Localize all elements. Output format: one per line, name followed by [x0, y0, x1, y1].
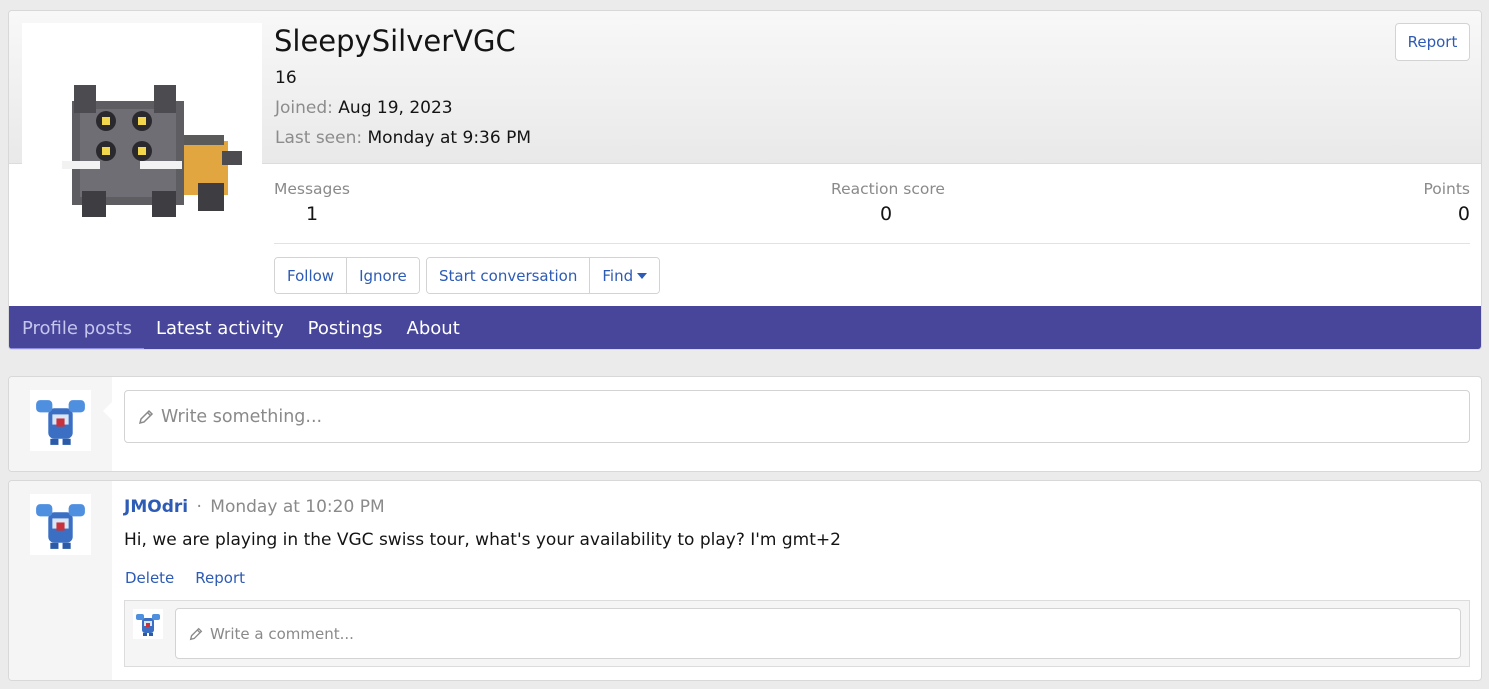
- message-body: Hi, we are playing in the VGC swiss tour…: [124, 530, 841, 550]
- pokemon-avatar-icon: [136, 614, 160, 636]
- follow-ignore-group: Follow Ignore: [274, 257, 420, 294]
- message-header: JMOdri · Monday at 10:20 PM: [124, 497, 385, 517]
- tab-latest-activity[interactable]: Latest activity: [144, 306, 296, 349]
- comment-user-avatar[interactable]: [133, 609, 163, 639]
- current-user-avatar[interactable]: [30, 390, 91, 451]
- comment-area: Write a comment...: [124, 600, 1470, 667]
- delete-message-link[interactable]: Delete: [125, 569, 174, 587]
- author-avatar[interactable]: [30, 494, 91, 555]
- stat-reaction-label: Reaction score: [831, 180, 945, 198]
- composer-pointer: [103, 401, 113, 421]
- stat-messages[interactable]: Messages 1: [274, 180, 350, 225]
- message-actions: Delete Report: [125, 569, 245, 587]
- stat-messages-label: Messages: [274, 180, 351, 198]
- composer-avatar-column: [9, 377, 112, 471]
- message-separator: ·: [196, 497, 202, 517]
- stats-divider: [274, 243, 1470, 244]
- profile-tabs: Profile posts Latest activity Postings A…: [9, 306, 1481, 349]
- pencil-icon: [138, 409, 154, 424]
- chevron-down-icon: [637, 273, 648, 279]
- write-comment-input[interactable]: Write a comment...: [175, 608, 1461, 659]
- profile-card: SleepySilverVGC 16 Joined: Aug 19, 2023 …: [8, 10, 1482, 350]
- write-something-placeholder: Write something...: [161, 406, 323, 427]
- write-something-input[interactable]: Write something...: [124, 390, 1470, 443]
- profile-avatar[interactable]: [22, 23, 262, 263]
- pokemon-avatar-icon: [62, 85, 242, 217]
- profile-post-message: JMOdri · Monday at 10:20 PM Hi, we are p…: [8, 480, 1482, 681]
- write-comment-placeholder: Write a comment...: [210, 624, 354, 643]
- ignore-button[interactable]: Ignore: [346, 258, 419, 293]
- tab-postings[interactable]: Postings: [296, 306, 395, 349]
- joined-label: Joined:: [275, 98, 333, 118]
- pokemon-avatar-icon: [36, 400, 85, 445]
- joined-value: Aug 19, 2023: [338, 98, 453, 118]
- stat-reaction-score[interactable]: Reaction score 0: [831, 180, 945, 225]
- pokemon-avatar-icon: [36, 504, 85, 549]
- last-seen-label: Last seen:: [275, 128, 363, 148]
- tab-about[interactable]: About: [395, 306, 472, 349]
- stat-reaction-value: 0: [879, 203, 893, 225]
- start-conversation-button[interactable]: Start conversation: [427, 258, 590, 293]
- profile-post-composer: Write something...: [8, 376, 1482, 472]
- report-profile-button[interactable]: Report: [1395, 23, 1470, 61]
- message-timestamp[interactable]: Monday at 10:20 PM: [210, 497, 384, 517]
- profile-username: SleepySilverVGC: [274, 24, 516, 58]
- last-seen-value: Monday at 9:36 PM: [367, 128, 532, 148]
- report-message-link[interactable]: Report: [195, 569, 245, 587]
- pencil-icon: [189, 627, 203, 640]
- profile-joined: Joined: Aug 19, 2023: [275, 98, 453, 118]
- follow-button[interactable]: Follow: [275, 258, 347, 293]
- stat-points[interactable]: Points 0: [1423, 180, 1470, 225]
- profile-user-title: 16: [275, 68, 297, 88]
- find-label: Find: [602, 266, 634, 285]
- message-avatar-column: [9, 481, 112, 680]
- profile-last-seen: Last seen: Monday at 9:36 PM: [275, 128, 531, 148]
- stat-points-label: Points: [1423, 180, 1470, 198]
- find-dropdown-button[interactable]: Find: [589, 258, 660, 293]
- stat-points-value: 0: [1457, 203, 1470, 225]
- conversation-find-group: Start conversation Find: [426, 257, 661, 294]
- stat-messages-value: 1: [305, 203, 319, 225]
- tab-profile-posts[interactable]: Profile posts: [10, 306, 144, 349]
- message-author-link[interactable]: JMOdri: [124, 497, 188, 517]
